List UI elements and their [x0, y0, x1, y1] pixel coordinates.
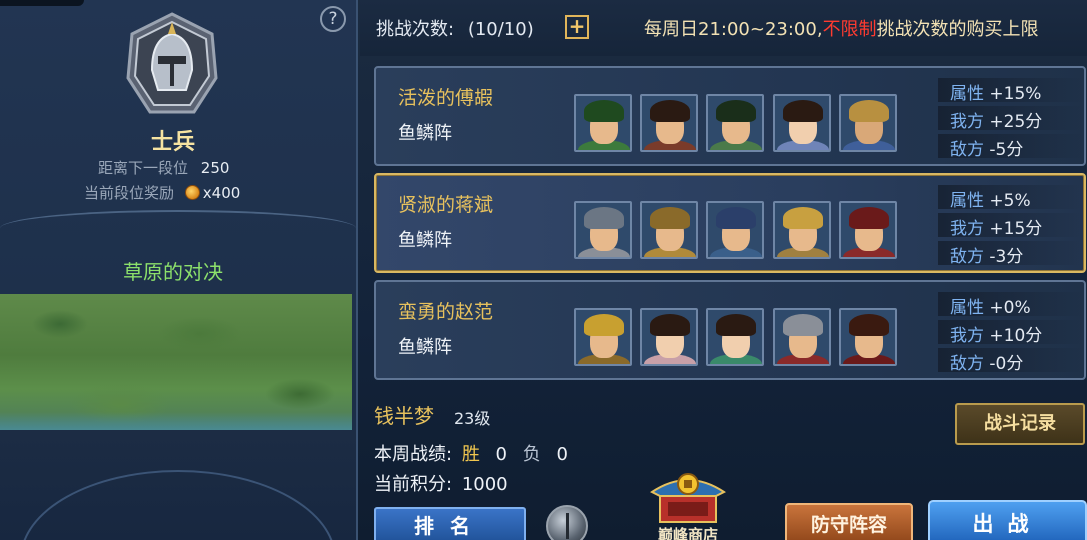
our-label: 我方	[950, 219, 984, 239]
win-count: 0	[495, 444, 507, 465]
notice-prefix: 每周日21:00~23:00,	[644, 19, 823, 40]
hero-portrait[interactable]	[773, 201, 831, 259]
weekly-record: 本周战绩: 胜 0 负 0	[374, 440, 568, 466]
attribute-bonus: 属性 +5%	[950, 186, 1031, 211]
opponent-card[interactable]: 活泼的傅嘏 鱼鳞阵 属性 +15% 我方 +25分 敌方 -5分	[374, 66, 1086, 166]
attr-value: +0%	[989, 298, 1031, 318]
next-rank-label: 距离下一段位	[98, 159, 189, 177]
hero-portrait[interactable]	[574, 308, 632, 366]
attr-label: 属性	[950, 84, 984, 104]
hero-portrait[interactable]	[640, 201, 698, 259]
purchase-notice: 每周日21:00~23:00,不限制挑战次数的购买上限	[644, 15, 1039, 41]
attribute-bonus: 属性 +0%	[950, 293, 1031, 318]
add-challenge-button[interactable]: +	[565, 15, 589, 39]
enemy-value: -5分	[989, 140, 1024, 160]
hero-portrait[interactable]	[773, 94, 831, 152]
our-score-change: 我方 +15分	[950, 214, 1042, 239]
arena-screen: ? 士兵 距离下一段位 250 当前段位奖励 x400 草原的对决 挑战次数: …	[0, 0, 1087, 540]
hero-portrait[interactable]	[839, 308, 897, 366]
hero-portrait[interactable]	[640, 94, 698, 152]
knob-icon[interactable]	[546, 505, 588, 540]
opponent-formation: 鱼鳞阵	[398, 337, 452, 358]
hero-portrait[interactable]	[773, 308, 831, 366]
our-label: 我方	[950, 112, 984, 132]
ranking-button[interactable]: 排名	[374, 507, 526, 540]
soldier-rank-badge-icon	[126, 12, 218, 114]
reward-value: x400	[202, 184, 241, 202]
attr-label: 属性	[950, 191, 984, 211]
hero-portrait[interactable]	[706, 201, 764, 259]
attr-label: 属性	[950, 298, 984, 318]
defense-lineup-button[interactable]: 防守阵容	[785, 503, 913, 540]
next-rank-value: 250	[200, 159, 230, 177]
battlefield-map-image	[0, 294, 352, 430]
enemy-label: 敌方	[950, 247, 984, 267]
challenge-label: 挑战次数:	[376, 19, 455, 40]
notice-highlight: 不限制	[822, 19, 877, 40]
hero-portrait[interactable]	[640, 308, 698, 366]
hero-portrait[interactable]	[574, 94, 632, 152]
enemy-value: -0分	[989, 354, 1024, 374]
hero-portrait[interactable]	[706, 94, 764, 152]
hero-portrait[interactable]	[839, 201, 897, 259]
opponent-name: 活泼的傅嘏	[398, 87, 494, 109]
our-value: +10分	[989, 326, 1043, 346]
loss-count: 0	[556, 444, 568, 465]
next-rank-line: 距离下一段位 250	[98, 157, 229, 178]
score-value: 1000	[461, 474, 508, 495]
battle-record-button[interactable]: 战斗记录	[955, 403, 1085, 445]
enemy-label: 敌方	[950, 140, 984, 160]
our-score-change: 我方 +10分	[950, 321, 1042, 346]
top-strip	[0, 0, 84, 6]
our-value: +15分	[989, 219, 1043, 239]
enemy-score-change: 敌方 -5分	[950, 135, 1023, 160]
player-name: 钱半梦	[374, 404, 434, 428]
enemy-score-change: 敌方 -3分	[950, 242, 1023, 267]
reward-label: 当前段位奖励	[84, 184, 175, 202]
help-icon[interactable]: ?	[320, 6, 346, 32]
win-label: 胜	[461, 444, 480, 465]
notice-suffix: 挑战次数的购买上限	[876, 19, 1039, 40]
enemy-label: 敌方	[950, 354, 984, 374]
challenge-bar: 挑战次数: (10/10) + 每周日21:00~23:00,不限制挑战次数的购…	[360, 0, 1087, 56]
hero-portrait[interactable]	[574, 201, 632, 259]
player-level: 23级	[454, 409, 491, 428]
opponent-formation: 鱼鳞阵	[398, 123, 452, 144]
hero-portrait[interactable]	[839, 94, 897, 152]
rank-title: 士兵	[150, 130, 195, 155]
opponent-name: 贤淑的蒋斌	[398, 194, 494, 216]
peak-shop-label[interactable]: 巅峰商店	[648, 524, 728, 540]
rank-panel: ? 士兵 距离下一段位 250 当前段位奖励 x400 草原的对决	[0, 0, 358, 540]
challenge-value: (10/10)	[467, 19, 534, 40]
map-title: 草原的对决	[123, 260, 223, 284]
opponent-formation: 鱼鳞阵	[398, 230, 452, 251]
current-score: 当前积分: 1000	[374, 470, 508, 496]
attr-value: +5%	[989, 191, 1031, 211]
our-value: +25分	[989, 112, 1043, 132]
coin-icon	[184, 185, 200, 200]
challenge-count: 挑战次数: (10/10)	[376, 15, 534, 41]
reward-line: 当前段位奖励 x400	[84, 182, 240, 203]
opponent-name: 蛮勇的赵范	[398, 301, 494, 323]
panel-divider	[0, 210, 356, 232]
opponent-card-selected[interactable]: 贤淑的蒋斌 鱼鳞阵 属性 +5% 我方 +15分 敌方 -3分	[374, 173, 1086, 273]
decor-arc	[20, 470, 336, 540]
enemy-value: -3分	[989, 247, 1024, 267]
enemy-score-change: 敌方 -0分	[950, 349, 1023, 374]
score-label: 当前积分:	[374, 474, 453, 495]
attribute-bonus: 属性 +15%	[950, 79, 1041, 104]
opponent-card[interactable]: 蛮勇的赵范 鱼鳞阵 属性 +0% 我方 +10分 敌方 -0分	[374, 280, 1086, 380]
our-label: 我方	[950, 326, 984, 346]
hero-portrait[interactable]	[706, 308, 764, 366]
panel-decoration	[0, 430, 356, 540]
attr-value: +15%	[989, 84, 1042, 104]
loss-label: 负	[522, 444, 541, 465]
fight-button[interactable]: 出战	[928, 500, 1087, 540]
week-label: 本周战绩:	[374, 444, 453, 465]
our-score-change: 我方 +25分	[950, 107, 1042, 132]
